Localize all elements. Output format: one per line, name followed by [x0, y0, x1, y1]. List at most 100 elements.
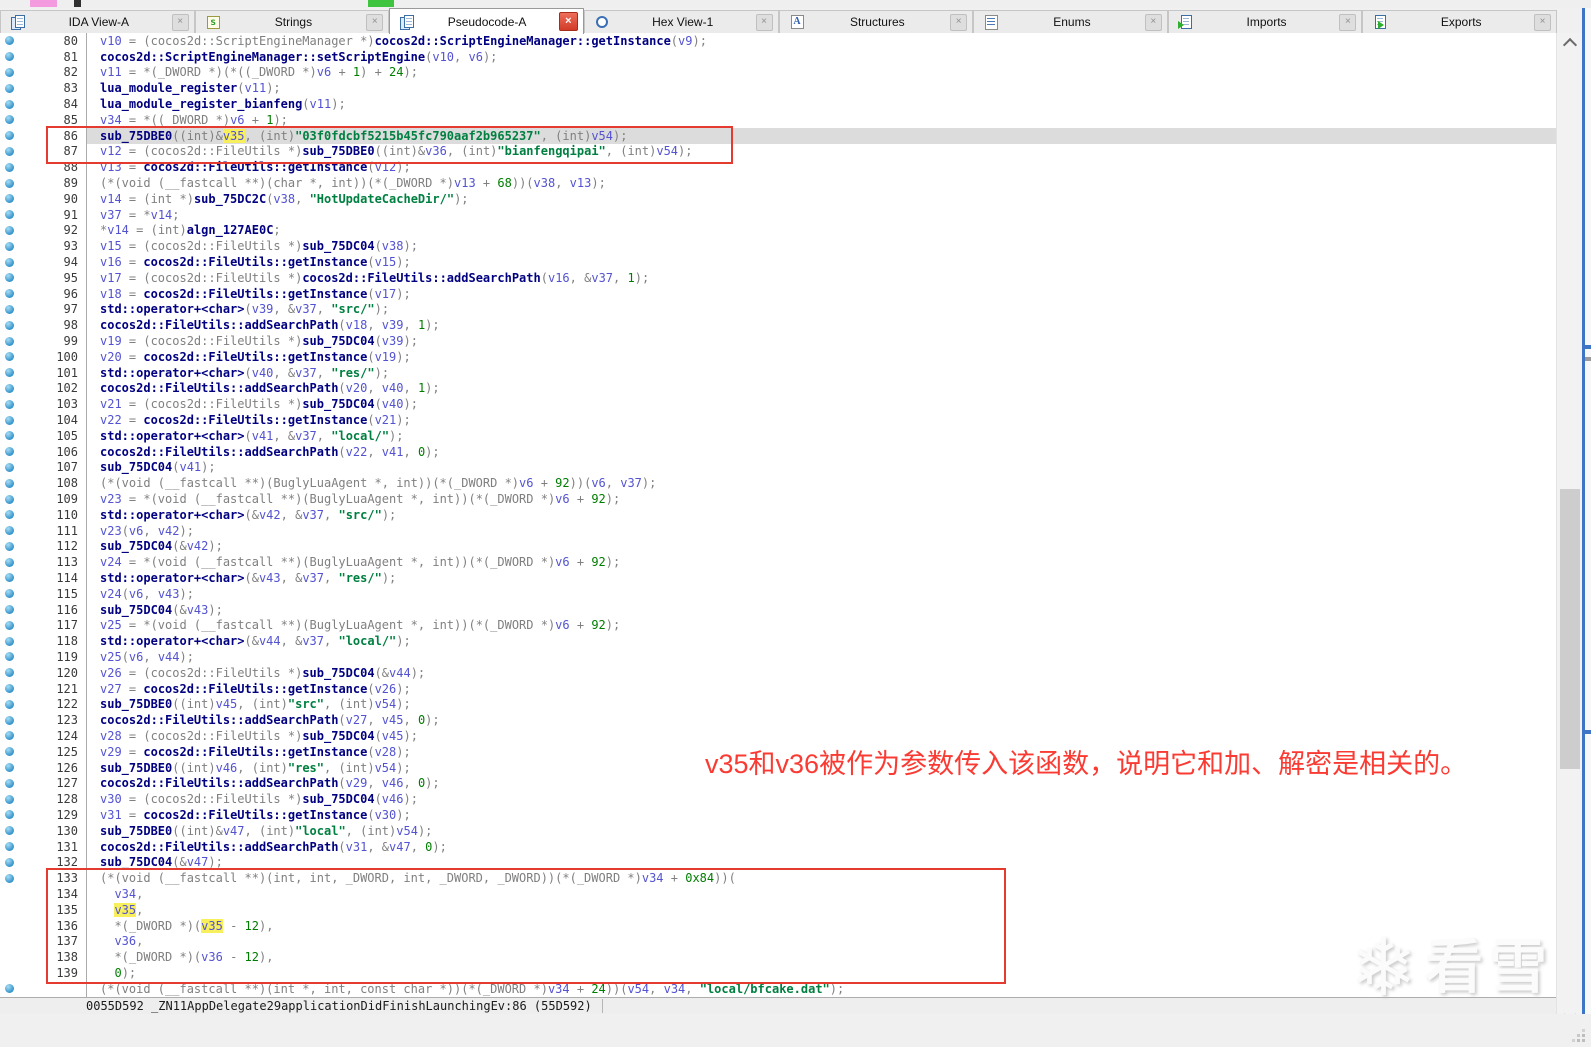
function-token[interactable]: sub_75DC04 [302, 239, 374, 253]
line-marker-dot[interactable] [5, 352, 14, 362]
code-token[interactable]: , (int) [541, 129, 592, 143]
line-marker-dot[interactable] [5, 194, 14, 204]
line-marker-dot[interactable] [5, 778, 14, 788]
line-marker-dot[interactable] [5, 257, 14, 267]
line-marker-dot[interactable] [5, 984, 14, 994]
variable-token[interactable]: v46 [382, 776, 404, 790]
code-token[interactable]: , & [281, 634, 303, 648]
code-token[interactable]: ); [403, 239, 417, 253]
function-token[interactable]: cocos2d::FileUtils::getInstance [143, 682, 367, 696]
code-token[interactable] [100, 903, 114, 917]
code-token[interactable]: = [122, 160, 144, 174]
code-token[interactable]: ); [642, 476, 656, 490]
variable-token[interactable]: v12 [375, 160, 397, 174]
code-token[interactable]: + [476, 176, 498, 190]
line-marker-dot[interactable] [5, 699, 14, 709]
code-line[interactable]: std::operator+<char>(&v44, &v37, "local/… [87, 634, 411, 648]
code-token[interactable]: *(_DWORD *)( [100, 950, 201, 964]
code-line[interactable]: v12 = (cocos2d::FileUtils *)sub_75DBE0((… [87, 144, 693, 158]
code-token[interactable]: ); [396, 745, 410, 759]
code-token[interactable]: ( [375, 334, 382, 348]
variable-token[interactable]: v6 [317, 65, 331, 79]
code-token[interactable]: ( [375, 729, 382, 743]
line-marker-dot[interactable] [5, 494, 14, 504]
function-token[interactable]: sub_75DC04 [302, 334, 374, 348]
function-token[interactable]: sub_75DC04 [100, 855, 172, 869]
function-token[interactable]: sub_75DC04 [302, 666, 374, 680]
tab-exports[interactable]: Exports × [1362, 10, 1557, 33]
line-marker-dot[interactable] [5, 478, 14, 488]
variable-token[interactable]: v45 [216, 697, 238, 711]
line-marker-dot[interactable] [5, 794, 14, 804]
code-token[interactable]: , [136, 903, 143, 917]
variable-token[interactable]: v44 [158, 650, 180, 664]
code-token[interactable]: ( [375, 397, 382, 411]
variable-token[interactable]: v24 [100, 587, 122, 601]
tab-close-button[interactable]: × [755, 13, 773, 31]
function-token[interactable]: std::operator+<char> [100, 508, 245, 522]
variable-token[interactable]: v47 [187, 855, 209, 869]
line-marker-dot[interactable] [5, 99, 14, 109]
resize-grip[interactable] [1572, 1029, 1585, 1042]
string-token[interactable]: "03f0fdcbf5215b45fc790aaf2b965237" [295, 129, 541, 143]
variable-token[interactable]: v28 [100, 729, 122, 743]
code-token[interactable]: , & [281, 571, 303, 585]
code-token[interactable]: ); [396, 634, 410, 648]
code-token[interactable]: ); [273, 113, 287, 127]
code-line[interactable]: v25 = *(void (__fastcall **)(BuglyLuaAge… [87, 618, 620, 632]
line-marker-dot[interactable] [5, 131, 14, 141]
code-line[interactable]: cocos2d::FileUtils::addSearchPath(v22, v… [87, 445, 440, 459]
tab-close-button[interactable]: × [1144, 13, 1162, 31]
variable-token[interactable]: v21 [100, 397, 122, 411]
code-line[interactable]: v14 = (int *)sub_75DC2C(v38, "HotUpdateC… [87, 192, 469, 206]
variable-token[interactable]: v22 [100, 413, 122, 427]
code-token[interactable]: (*(void (__fastcall **)(int, int, _DWORD… [100, 871, 642, 885]
code-token[interactable]: ); [396, 350, 410, 364]
line-marker-dot[interactable] [5, 826, 14, 836]
variable-token[interactable]: v44 [259, 634, 281, 648]
code-token[interactable]: ( [367, 413, 374, 427]
number-token[interactable]: 12 [245, 950, 259, 964]
line-marker-dot[interactable] [5, 36, 14, 46]
code-token[interactable]: ); [411, 666, 425, 680]
tab-hex-view-1[interactable]: Hex View-1 × [583, 10, 779, 33]
code-token[interactable]: ( [122, 650, 129, 664]
code-token[interactable]: , [367, 318, 381, 332]
variable-token[interactable]: v43 [187, 603, 209, 617]
line-marker-dot[interactable] [5, 336, 14, 346]
line-marker-dot[interactable] [5, 146, 14, 156]
line-marker-dot[interactable] [5, 225, 14, 235]
variable-token[interactable]: v35 [222, 128, 245, 143]
code-token[interactable]: , [613, 271, 627, 285]
variable-token[interactable]: v6 [555, 492, 569, 506]
code-token[interactable]: , & [273, 302, 295, 316]
code-line[interactable]: v13 = cocos2d::FileUtils::getInstance(v1… [87, 160, 411, 174]
code-token[interactable]: ); [418, 824, 432, 838]
variable-token[interactable]: v29 [100, 745, 122, 759]
line-marker-dot[interactable] [5, 810, 14, 820]
code-token[interactable]: + [570, 492, 592, 506]
code-token[interactable]: , [317, 302, 331, 316]
line-marker-dot[interactable] [5, 462, 14, 472]
code-token[interactable]: ( [671, 34, 678, 48]
code-token[interactable]: , (int) [245, 129, 296, 143]
function-token[interactable]: cocos2d::FileUtils::addSearchPath [100, 318, 338, 332]
code-token[interactable]: ); [425, 381, 439, 395]
variable-token[interactable]: v36 [201, 950, 223, 964]
variable-token[interactable]: v39 [382, 318, 404, 332]
code-line[interactable]: v23(v6, v42); [87, 524, 194, 538]
variable-token[interactable]: v6 [129, 524, 143, 538]
line-marker-dot[interactable] [5, 763, 14, 773]
line-marker-dot[interactable] [5, 210, 14, 220]
code-token[interactable]: ); [266, 81, 280, 95]
code-token[interactable]: (& [245, 634, 259, 648]
code-token[interactable]: + [533, 476, 555, 490]
code-line[interactable]: cocos2d::FileUtils::addSearchPath(v29, v… [87, 776, 440, 790]
variable-token[interactable]: v35 [114, 902, 137, 917]
line-marker-dot[interactable] [5, 620, 14, 630]
code-token[interactable]: ((int) [172, 761, 215, 775]
code-token[interactable]: ); [425, 776, 439, 790]
variable-token[interactable]: v29 [346, 776, 368, 790]
line-marker-dot[interactable] [5, 747, 14, 757]
variable-token[interactable]: v14 [107, 223, 129, 237]
